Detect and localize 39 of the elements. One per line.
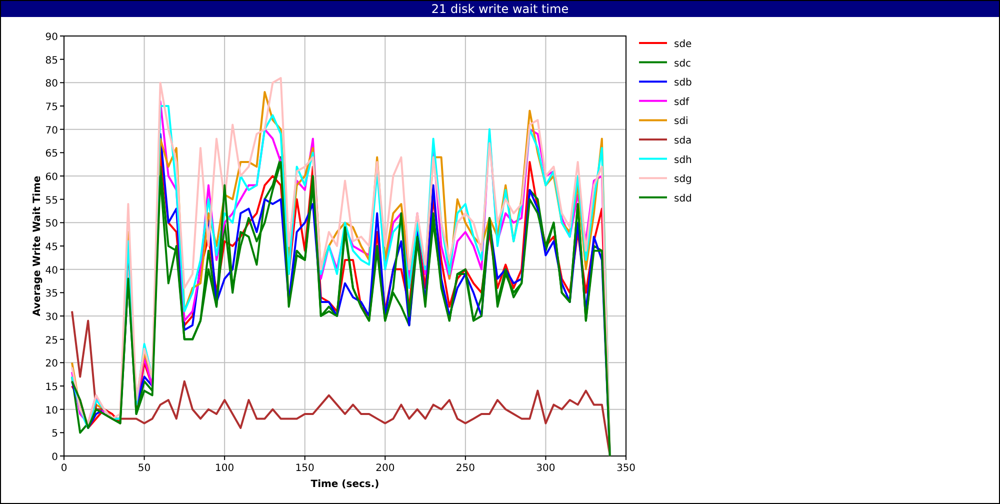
tick-label: 50: [138, 463, 151, 474]
tick-label: 85: [45, 55, 58, 66]
tick-label: 0: [52, 452, 58, 463]
tick-label: 80: [45, 78, 58, 90]
tick-label: 100: [215, 463, 234, 474]
tick-label: 35: [45, 288, 58, 300]
tick-label: 40: [45, 265, 58, 276]
legend-label: sdb: [674, 78, 692, 89]
tick-label: 350: [616, 463, 636, 474]
tick-label: 25: [45, 335, 58, 346]
tick-label: 200: [376, 463, 395, 474]
tick-label: 300: [536, 463, 556, 474]
legend-label: sdd: [674, 193, 692, 204]
legend-label: sda: [674, 136, 692, 146]
legend-label: sdf: [674, 96, 690, 108]
legend-label: sdh: [674, 154, 692, 166]
legend-label: sdc: [674, 58, 692, 70]
tick-label: 30: [45, 312, 58, 323]
window-title: 21 disk write wait time: [1, 1, 999, 17]
tick-label: 20: [45, 358, 58, 370]
tick-label: 70: [45, 125, 58, 136]
tick-label: 50: [45, 218, 58, 230]
tick-label: 55: [45, 195, 58, 206]
tick-label: 90: [45, 32, 58, 43]
tick-label: 0: [60, 463, 68, 474]
tick-label: 75: [45, 102, 58, 113]
tick-label: 250: [456, 463, 475, 474]
legend-label: sdg: [674, 174, 692, 186]
tick-label: 5: [52, 428, 58, 440]
axis-title: Time (secs.): [310, 479, 380, 490]
axis-title: Average Write Wait Time: [32, 176, 43, 316]
tick-label: 10: [45, 405, 58, 416]
tick-label: 60: [45, 172, 58, 183]
tick-label: 65: [45, 148, 58, 160]
legend-label: sde: [674, 39, 692, 50]
legend-label: sdi: [674, 116, 688, 128]
tick-label: 150: [295, 463, 314, 474]
tick-label: 45: [45, 242, 58, 253]
tick-label: 15: [45, 382, 58, 393]
